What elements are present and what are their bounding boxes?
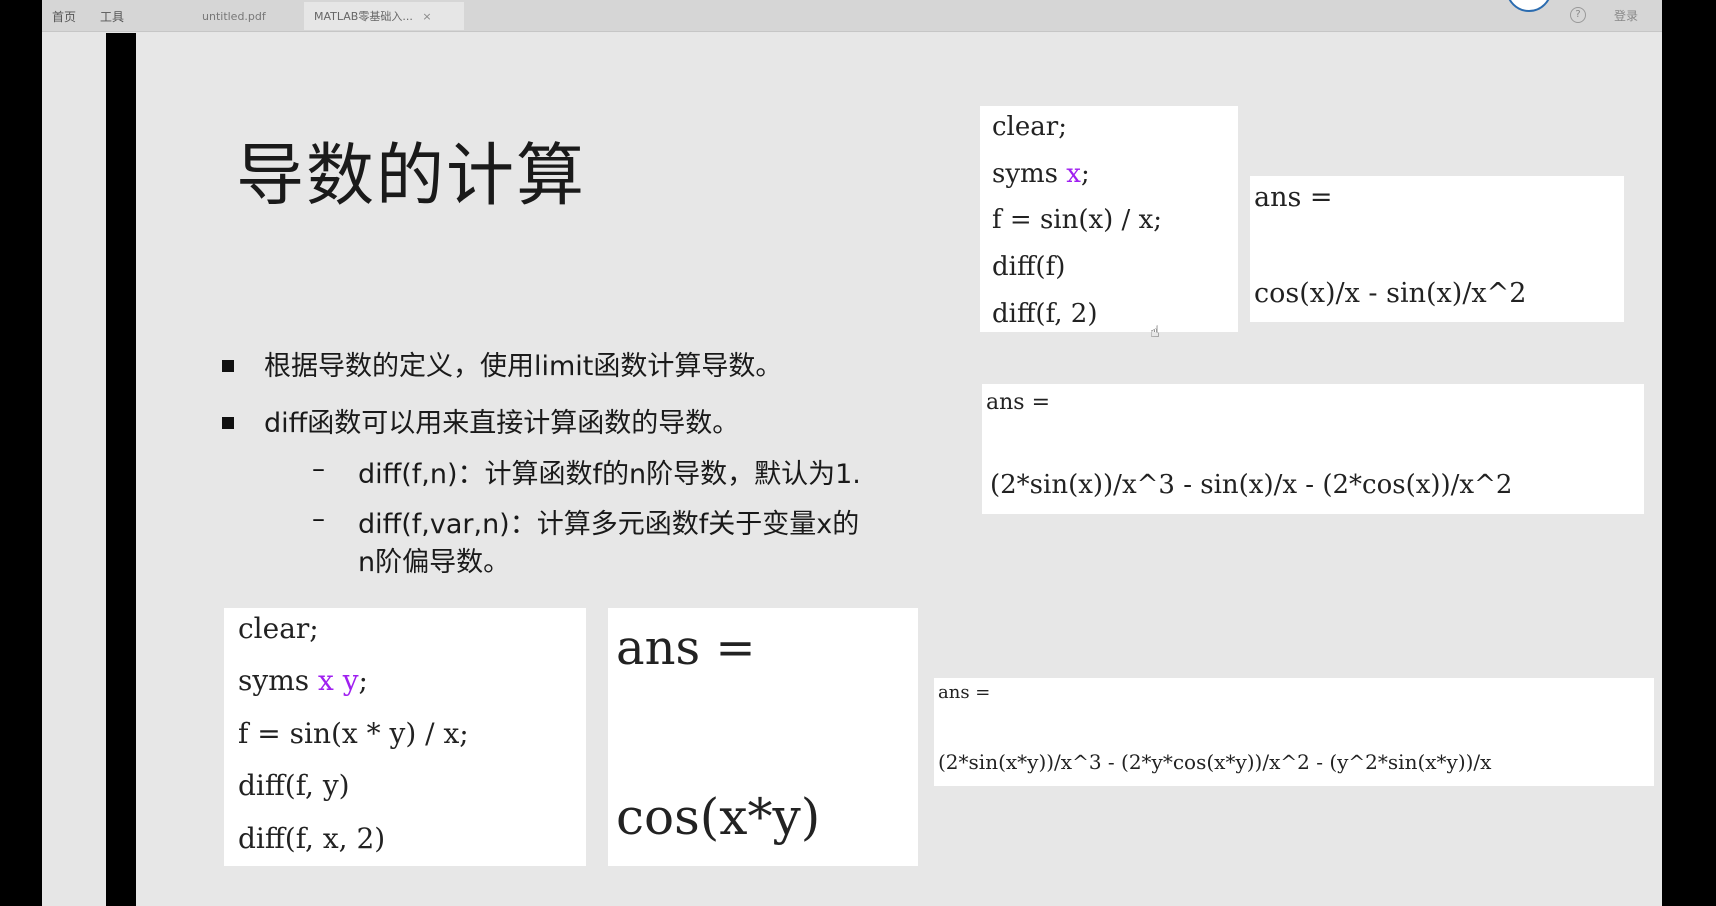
bullet-2: diff函数可以用来直接计算函数的导数。 <box>264 408 740 439</box>
code-line: diff(f, x, 2) <box>238 822 386 855</box>
output-result-1: ans = cos(x)/x - sin(x)/x^2 <box>1250 176 1624 322</box>
hand-cursor-icon: ☝ <box>1150 322 1160 341</box>
bullet-square <box>222 417 234 429</box>
viewer-window: 首页 工具 untitled.pdf MATLAB零基础入... × ? 登录 … <box>42 0 1662 906</box>
dash-marker: – <box>312 454 325 484</box>
help-icon[interactable]: ? <box>1570 7 1586 23</box>
output-result-3: ans = cos(x*y) <box>608 608 918 866</box>
code-line: f = sin(x) / x; <box>992 205 1163 235</box>
tab-label: MATLAB零基础入... <box>314 10 413 23</box>
output-expression: cos(x)/x - sin(x)/x^2 <box>1254 278 1527 309</box>
close-tab-icon[interactable]: × <box>422 10 431 23</box>
tab-label: untitled.pdf <box>202 10 266 23</box>
top-toolbar: 首页 工具 untitled.pdf MATLAB零基础入... × ? 登录 <box>42 0 1662 32</box>
output-label: ans = <box>986 390 1051 415</box>
sub-bullet-2-cont: n阶偏导数。 <box>358 547 511 578</box>
dash-marker: – <box>312 504 325 534</box>
sub-bullet-2: diff(f,var,n)：计算多元函数f关于变量x的 <box>358 509 860 540</box>
bullet-square <box>222 360 234 372</box>
output-expression: cos(x*y) <box>616 788 821 846</box>
code-line: syms x; <box>992 159 1090 189</box>
code-line: clear; <box>238 612 319 645</box>
code-snippet-1: clear; syms x; f = sin(x) / x; diff(f) d… <box>980 106 1238 332</box>
code-variable: x y <box>318 664 359 697</box>
code-line: diff(f, y) <box>238 769 350 802</box>
output-result-2: ans = (2*sin(x))/x^3 - sin(x)/x - (2*cos… <box>982 384 1644 514</box>
menu-tools[interactable]: 工具 <box>100 8 124 25</box>
output-expression: (2*sin(x))/x^3 - sin(x)/x - (2*cos(x))/x… <box>990 470 1513 500</box>
code-line: syms x y; <box>238 664 368 697</box>
code-variable: x <box>1066 159 1081 189</box>
code-line: clear; <box>992 112 1067 142</box>
output-label: ans = <box>938 682 991 703</box>
login-button[interactable]: 登录 <box>1614 7 1638 24</box>
output-result-4: ans = (2*sin(x*y))/x^3 - (2*y*cos(x*y))/… <box>934 678 1654 786</box>
tab-matlab-pdf[interactable]: MATLAB零基础入... × <box>304 2 464 30</box>
code-snippet-2: clear; syms x y; f = sin(x * y) / x; dif… <box>224 608 586 866</box>
output-label: ans = <box>1254 182 1333 213</box>
output-label: ans = <box>616 620 756 676</box>
page-title: 导数的计算 <box>236 137 587 216</box>
bullet-1: 根据导数的定义，使用limit函数计算导数。 <box>264 351 783 382</box>
tab-untitled-pdf[interactable]: untitled.pdf <box>192 2 302 30</box>
brand-logo <box>1506 0 1552 12</box>
code-line: diff(f, 2) <box>992 299 1098 329</box>
left-dark-strip <box>106 33 136 906</box>
code-line: diff(f) <box>992 252 1066 282</box>
menu-home[interactable]: 首页 <box>52 8 76 25</box>
output-expression: (2*sin(x*y))/x^3 - (2*y*cos(x*y))/x^2 - … <box>938 750 1492 774</box>
sub-bullet-1: diff(f,n)：计算函数f的n阶导数，默认为1. <box>358 459 861 490</box>
code-line: f = sin(x * y) / x; <box>238 717 469 750</box>
